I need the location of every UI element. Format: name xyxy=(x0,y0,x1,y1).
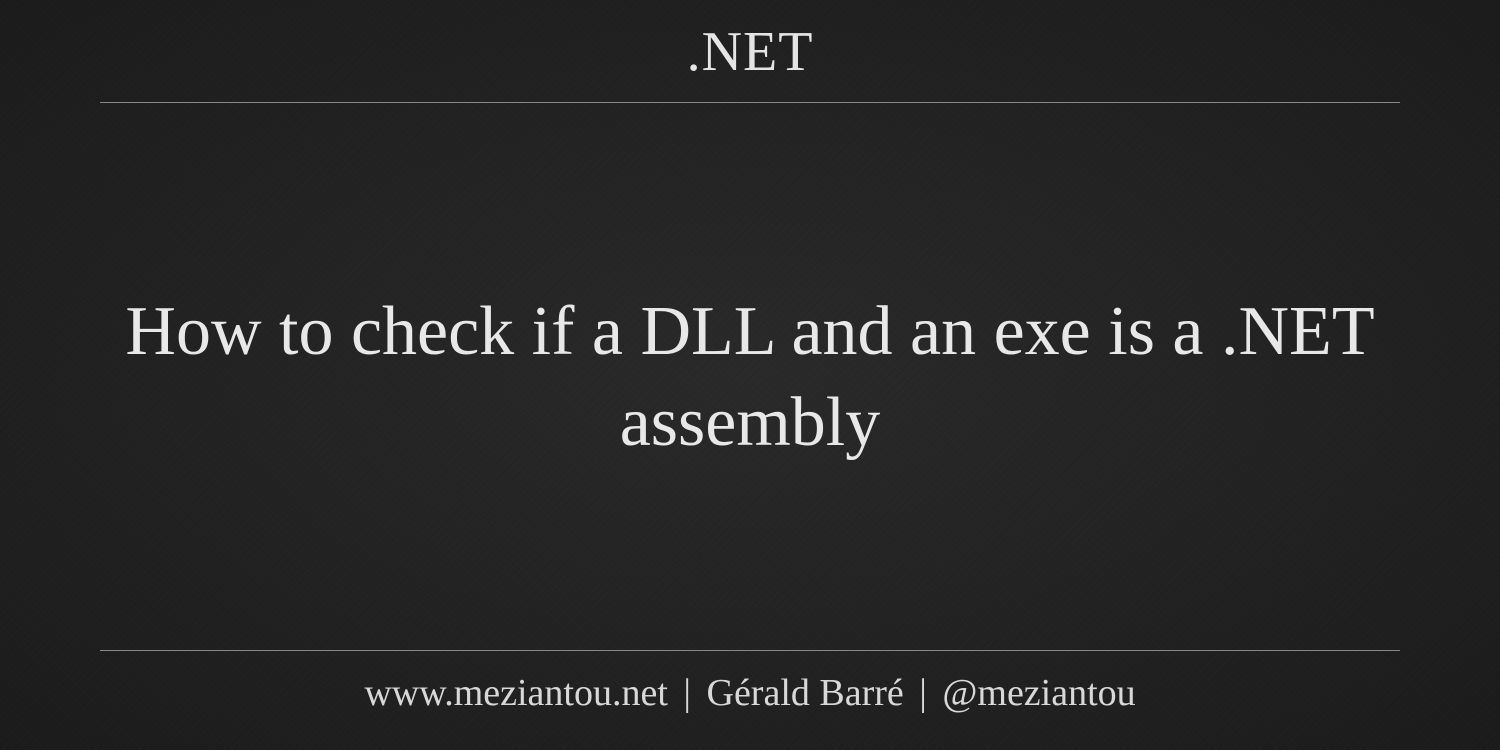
footer-website: www.meziantou.net xyxy=(364,672,668,714)
footer-section: www.meziantou.net | Gérald Barré | @mezi… xyxy=(100,651,1400,720)
footer-author: Gérald Barré xyxy=(707,672,904,714)
footer-handle: @meziantou xyxy=(942,672,1135,714)
footer-text: www.meziantou.net | Gérald Barré | @mezi… xyxy=(364,672,1135,714)
article-title: How to check if a DLL and an exe is a .N… xyxy=(100,286,1400,468)
main-content: How to check if a DLL and an exe is a .N… xyxy=(100,103,1400,650)
header-section: .NET xyxy=(100,20,1400,102)
footer-separator-1: | xyxy=(683,672,691,714)
footer-separator-2: | xyxy=(919,672,927,714)
category-label: .NET xyxy=(100,20,1400,84)
